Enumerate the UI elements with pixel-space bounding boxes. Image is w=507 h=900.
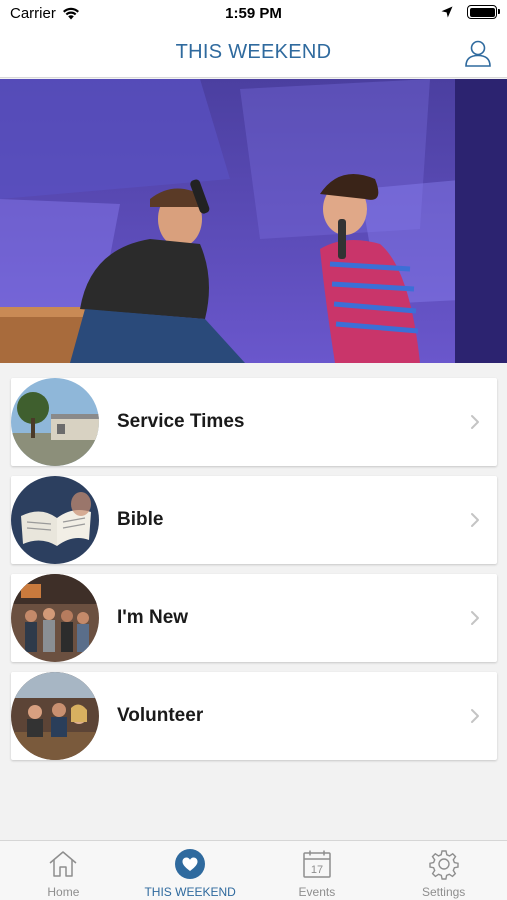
menu-item-label: Volunteer	[117, 705, 204, 726]
chevron-right-icon	[471, 611, 479, 625]
menu-item-label: Service Times	[117, 411, 245, 432]
volunteers-thumbnail	[11, 672, 99, 760]
home-icon	[49, 851, 77, 877]
menu-item-volunteer[interactable]: Volunteer	[11, 672, 497, 760]
calendar-day: 17	[311, 864, 323, 876]
heart-icon	[175, 849, 206, 879]
battery-icon	[467, 5, 500, 19]
calendar-icon: 17	[303, 850, 331, 878]
menu-item-im-new[interactable]: I'm New	[11, 574, 497, 662]
menu-item-label: Bible	[117, 509, 164, 530]
chevron-right-icon	[471, 415, 479, 429]
menu-item-service-times[interactable]: Service Times	[11, 378, 497, 466]
tab-label: THIS WEEKEND	[144, 885, 236, 899]
people-crowd-thumbnail	[11, 574, 99, 662]
church-building-thumbnail	[11, 378, 99, 466]
tab-events[interactable]: 17 Events	[254, 841, 381, 900]
chevron-right-icon	[471, 709, 479, 723]
tab-this-weekend[interactable]: THIS WEEKEND	[127, 841, 254, 900]
stage-photo-illustration	[0, 79, 507, 363]
tab-settings[interactable]: Settings	[380, 841, 507, 900]
location-arrow-icon	[441, 6, 453, 18]
menu-item-bible[interactable]: Bible	[11, 476, 497, 564]
page-title: THIS WEEKEND	[175, 41, 332, 63]
tab-bar: Home THIS WEEKEND 17 Events Settings	[0, 840, 507, 900]
profile-button[interactable]	[463, 38, 493, 68]
open-bible-thumbnail	[11, 476, 99, 564]
user-icon	[465, 40, 491, 67]
menu-list: Service Times Bible I'm New Volunteer	[11, 378, 497, 770]
gear-icon	[428, 850, 459, 880]
tab-label: Events	[298, 885, 336, 899]
clock: 1:59 PM	[225, 5, 282, 22]
tab-label: Settings	[421, 885, 466, 899]
chevron-right-icon	[471, 513, 479, 527]
status-bar: Carrier 1:59 PM	[0, 0, 507, 28]
tab-label: Home	[47, 885, 80, 899]
hero-photo	[0, 79, 507, 363]
navigation-bar: THIS WEEKEND	[0, 28, 507, 78]
menu-item-label: I'm New	[117, 607, 189, 628]
tab-home[interactable]: Home	[0, 841, 127, 900]
